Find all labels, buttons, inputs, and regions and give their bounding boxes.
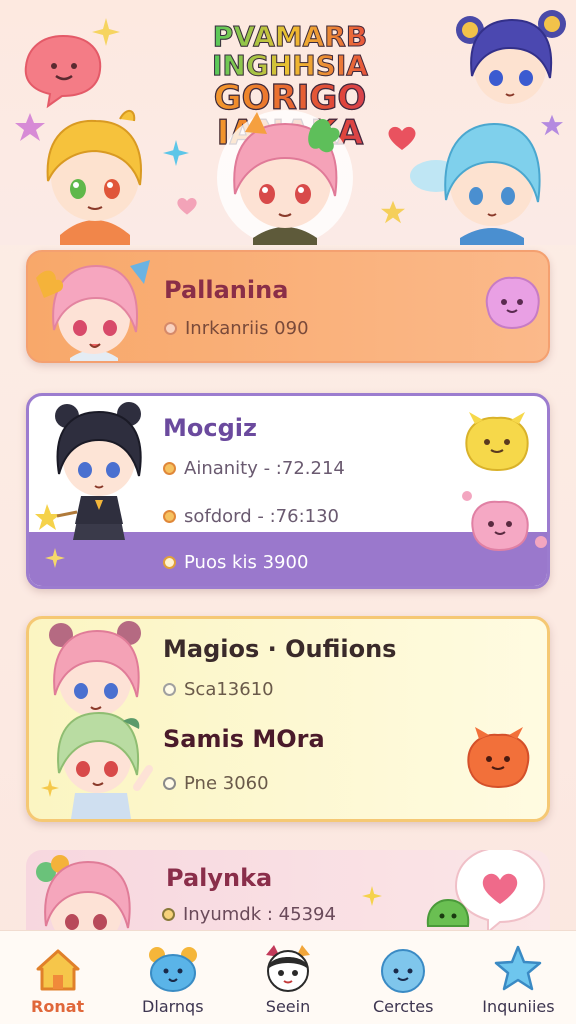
- star-icon: [495, 945, 542, 991]
- chibi-green-hair-avatar: [57, 711, 153, 819]
- bullet-icon: [163, 777, 176, 790]
- sparkle-icon: [41, 779, 59, 797]
- star-icon: [381, 200, 405, 224]
- chibi-pink-hair-avatar: [217, 110, 353, 245]
- chibi-lightblue-hair-avatar: [410, 122, 541, 245]
- card-stat-row: Inrkanriis 090: [164, 318, 309, 339]
- bottom-nav: Ronat Dlarnqs Seein Cerctes Inquniies: [0, 930, 576, 1024]
- sparkle-icon: [45, 548, 65, 568]
- card-stat-text: Sca13610: [184, 679, 274, 700]
- header-banner: PVAMARB INGHHSIA GORIGO IANAKA: [0, 0, 576, 245]
- blue-creature-icon: [148, 947, 197, 992]
- nav-label: Cerctes: [372, 997, 434, 1016]
- nav-item-dlarnqs[interactable]: Dlarnqs: [115, 931, 230, 1024]
- card-stat-text: Inyumdk : 45394: [183, 904, 336, 925]
- character-card[interactable]: Magios · Oufiions Sca13610 Samis MOra Pn…: [26, 616, 550, 822]
- title-line-1: PVAMARB INGHHSIA: [140, 21, 440, 81]
- sparkle-icon: [362, 886, 382, 906]
- bullet-icon: [164, 322, 177, 335]
- character-card[interactable]: Mocgiz Ainanity - :72.214 sofdord - :76:…: [26, 393, 550, 589]
- card-stat-text: Inrkanriis 090: [185, 318, 309, 339]
- home-icon: [36, 949, 80, 991]
- nav-item-home[interactable]: Ronat: [0, 931, 115, 1024]
- purple-creature-icon: [485, 276, 540, 330]
- card-name: Mocgiz: [163, 414, 257, 442]
- nav-label: Ronat: [31, 997, 85, 1016]
- orange-creature-icon: [467, 727, 530, 789]
- card-secondary-name: Samis MOra: [163, 725, 325, 753]
- chibi-yellow-hair-avatar: [46, 110, 142, 245]
- heart-icon: [177, 198, 197, 215]
- panda-icon: [266, 945, 310, 992]
- nav-item-cerctes[interactable]: Cerctes: [346, 931, 461, 1024]
- card-stat-row: Pne 3060: [163, 773, 269, 794]
- character-card[interactable]: Pallanina Inrkanriis 090: [26, 250, 550, 363]
- card-name: Magios · Oufiions: [163, 635, 397, 663]
- pink-creature-icon: [462, 491, 547, 552]
- yellow-creature-icon: [465, 412, 529, 472]
- bullet-icon: [163, 462, 176, 475]
- card-stat-text: Ainanity - :72.214: [184, 458, 345, 479]
- blue-face-icon: [381, 949, 426, 993]
- chibi-navy-hair-avatar: [456, 10, 566, 104]
- nav-label: Inquniies: [482, 997, 555, 1016]
- bullet-icon: [163, 556, 176, 569]
- bullet-icon: [162, 908, 175, 921]
- bullet-icon: [163, 683, 176, 696]
- card-footer-row: Puos kis 3900: [163, 552, 308, 573]
- card-name: Pallanina: [164, 276, 289, 304]
- nav-label: Dlarnqs: [142, 997, 204, 1016]
- chibi-pink-hair-avatar: [49, 621, 141, 717]
- card-stat-text: sofdord - :76:130: [184, 506, 340, 527]
- card-stat-row: Sca13610: [163, 679, 274, 700]
- card-name: Palynka: [166, 864, 273, 892]
- bullet-icon: [163, 510, 176, 523]
- chibi-pink-hair-avatar: [36, 260, 150, 361]
- sparkle-icon: [92, 18, 120, 46]
- card-stat-row: Inyumdk : 45394: [162, 904, 336, 925]
- card-stat-row: sofdord - :76:130: [163, 506, 339, 527]
- chibi-black-hair-avatar: [35, 402, 142, 540]
- nav-item-seein[interactable]: Seein: [230, 931, 345, 1024]
- card-footer-text: Puos kis 3900: [184, 552, 309, 573]
- nav-label: Seein: [265, 997, 311, 1016]
- card-stat-row: Ainanity - :72.214: [163, 458, 345, 479]
- card-stat-text: Pne 3060: [184, 773, 269, 794]
- nav-item-inquniies[interactable]: Inquniies: [461, 931, 576, 1024]
